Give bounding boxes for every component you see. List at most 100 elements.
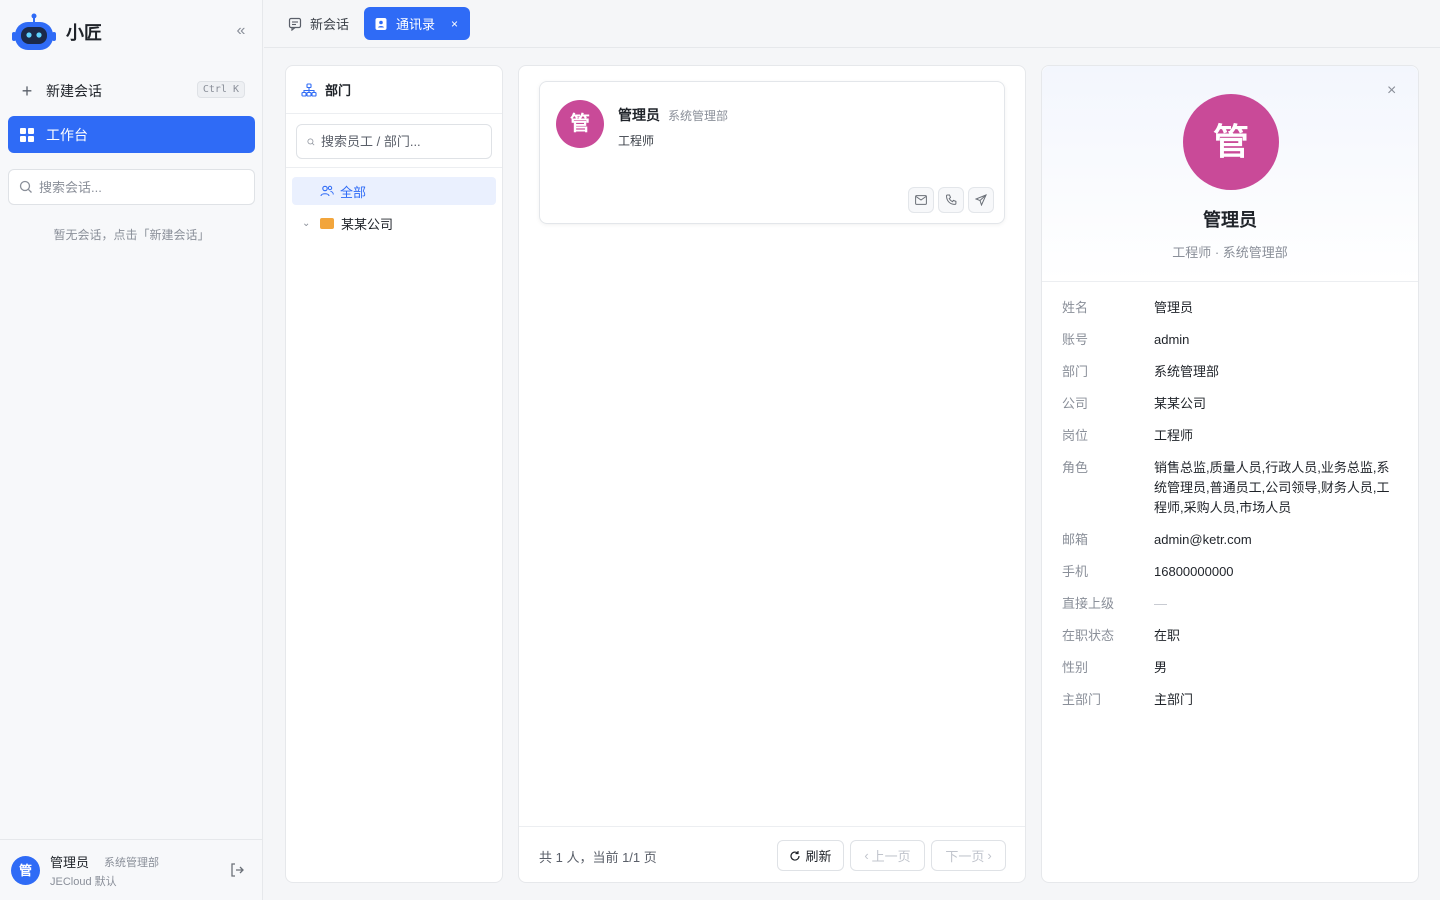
department-search-input[interactable]	[321, 134, 481, 149]
field-row: 性别 男	[1062, 658, 1402, 678]
department-title: 部门	[325, 83, 352, 98]
phone-icon	[945, 194, 957, 205]
employee-card[interactable]: 管 管理员 系统管理部 工程师	[539, 81, 1005, 224]
tab-label: 通讯录	[396, 17, 436, 32]
field-label: 岗位	[1062, 428, 1089, 443]
field-label: 角色	[1062, 460, 1089, 475]
tab-bar: 新会话 通讯录 ×	[264, 0, 1440, 48]
tree-item-company[interactable]: ⌄ 某某公司	[292, 209, 496, 237]
field-value: admin@ketr.com	[1154, 532, 1252, 547]
field-row: 账号 admin	[1062, 330, 1402, 350]
sidebar: 小匠 « + 新建会话 Ctrl K 工作台 暂无会话，点击「新建会话」 管 管…	[0, 0, 263, 900]
employee-list-panel: 管 管理员 系统管理部 工程师 共 1 人，当前 1/1 页 刷新 ‹ 上一页 …	[518, 65, 1026, 883]
field-label: 部门	[1062, 364, 1089, 379]
field-label: 性别	[1062, 660, 1089, 675]
chevron-down-icon[interactable]: ⌄	[302, 218, 314, 229]
close-icon[interactable]: ×	[1387, 82, 1396, 100]
new-chat-button[interactable]: + 新建会话 Ctrl K	[8, 74, 255, 108]
field-value: —	[1154, 596, 1167, 611]
workbench-label: 工作台	[46, 126, 88, 143]
refresh-icon	[790, 850, 801, 861]
field-row: 部门 系统管理部	[1062, 362, 1402, 382]
user-name: 管理员	[50, 855, 90, 870]
field-value: 16800000000	[1154, 564, 1234, 579]
field-label: 公司	[1062, 396, 1089, 411]
plus-icon: +	[21, 80, 33, 101]
org-chart-icon	[301, 82, 317, 97]
pagination-bar: 共 1 人，当前 1/1 页 刷新 ‹ 上一页 下一页 ›	[519, 826, 1025, 883]
chevron-right-icon: ›	[987, 848, 992, 863]
avatar: 管	[1183, 94, 1279, 190]
field-value: 某某公司	[1154, 396, 1207, 411]
call-button[interactable]	[938, 187, 964, 213]
field-label: 账号	[1062, 332, 1089, 347]
search-icon	[307, 137, 315, 145]
employee-name: 管理员	[618, 107, 660, 123]
tab-label: 新会话	[310, 17, 350, 32]
detail-fields: 姓名 管理员 账号 admin 部门 系统管理部 公司 某某公司 岗位 工程师 角色 销售总…	[1062, 298, 1402, 722]
close-tab-icon[interactable]: ×	[451, 17, 458, 31]
avatar[interactable]: 管	[11, 856, 40, 885]
workbench-button[interactable]: 工作台	[8, 116, 255, 153]
pagination-info: 共 1 人，当前 1/1 页	[539, 850, 657, 865]
field-value: 在职	[1154, 628, 1181, 643]
field-value: 男	[1154, 660, 1168, 675]
user-bar: 管 管理员 系统管理部 JECloud 默认	[0, 839, 263, 900]
send-message-button[interactable]	[968, 187, 994, 213]
field-label: 直接上级	[1062, 596, 1115, 611]
next-page-button[interactable]: 下一页 ›	[931, 840, 1006, 871]
chat-icon	[288, 17, 302, 31]
grid-icon	[20, 127, 34, 142]
field-label: 在职状态	[1062, 628, 1115, 643]
field-row: 在职状态 在职	[1062, 626, 1402, 646]
brand[interactable]: 小匠	[12, 12, 102, 52]
detail-header: × 管 管理员 工程师 · 系统管理部	[1042, 66, 1418, 282]
department-search	[296, 124, 492, 159]
field-row: 主部门 主部门	[1062, 690, 1402, 710]
brand-name: 小匠	[66, 23, 102, 43]
detail-name: 管理员	[1203, 210, 1257, 230]
field-value: admin	[1154, 332, 1190, 347]
next-page-label: 下一页	[945, 849, 985, 864]
field-label: 邮箱	[1062, 532, 1089, 547]
email-button[interactable]	[908, 187, 934, 213]
field-value: 主部门	[1154, 692, 1194, 707]
refresh-button[interactable]: 刷新	[777, 840, 844, 871]
prev-page-button[interactable]: ‹ 上一页	[850, 840, 925, 871]
logout-icon[interactable]	[229, 862, 245, 878]
field-row: 邮箱 admin@ketr.com	[1062, 530, 1402, 550]
users-icon	[320, 185, 334, 197]
field-value: 系统管理部	[1154, 364, 1220, 379]
mail-icon	[915, 195, 927, 205]
user-tenant: JECloud 默认	[50, 876, 117, 888]
employee-title: 工程师	[618, 134, 655, 148]
department-header: 部门	[286, 66, 502, 114]
field-row: 公司 某某公司	[1062, 394, 1402, 414]
refresh-label: 刷新	[805, 849, 832, 864]
tree-item-all[interactable]: 全部	[292, 177, 496, 205]
employee-detail-panel: × 管 管理员 工程师 · 系统管理部 姓名 管理员 账号 admin 部门 系统管理…	[1041, 65, 1419, 883]
card-actions	[904, 187, 994, 213]
collapse-sidebar-icon[interactable]: «	[232, 22, 250, 40]
field-row: 手机 16800000000	[1062, 562, 1402, 582]
prev-page-label: 上一页	[871, 849, 911, 864]
robot-logo-icon	[12, 12, 56, 52]
field-row: 岗位 工程师	[1062, 426, 1402, 446]
field-label: 主部门	[1062, 692, 1102, 707]
session-search	[8, 169, 255, 205]
shortcut-badge: Ctrl K	[196, 81, 245, 98]
field-value: 工程师	[1154, 428, 1194, 443]
field-row: 角色 销售总监,质量人员,行政人员,业务总监,系统管理员,普通员工,公司领导,财务…	[1062, 458, 1402, 518]
field-label: 姓名	[1062, 300, 1089, 315]
divider	[286, 167, 502, 168]
field-row: 姓名 管理员	[1062, 298, 1402, 318]
avatar: 管	[556, 100, 604, 148]
folder-icon	[320, 217, 334, 229]
session-search-input[interactable]	[39, 179, 239, 195]
field-value: 管理员	[1154, 300, 1194, 315]
employee-dept: 系统管理部	[668, 109, 729, 123]
tab-new-chat[interactable]: 新会话	[278, 7, 359, 40]
new-chat-label: 新建会话	[46, 83, 102, 99]
field-value: 销售总监,质量人员,行政人员,业务总监,系统管理员,普通员工,公司领导,财务人员…	[1154, 460, 1390, 515]
tab-contacts[interactable]: 通讯录 ×	[364, 7, 470, 40]
